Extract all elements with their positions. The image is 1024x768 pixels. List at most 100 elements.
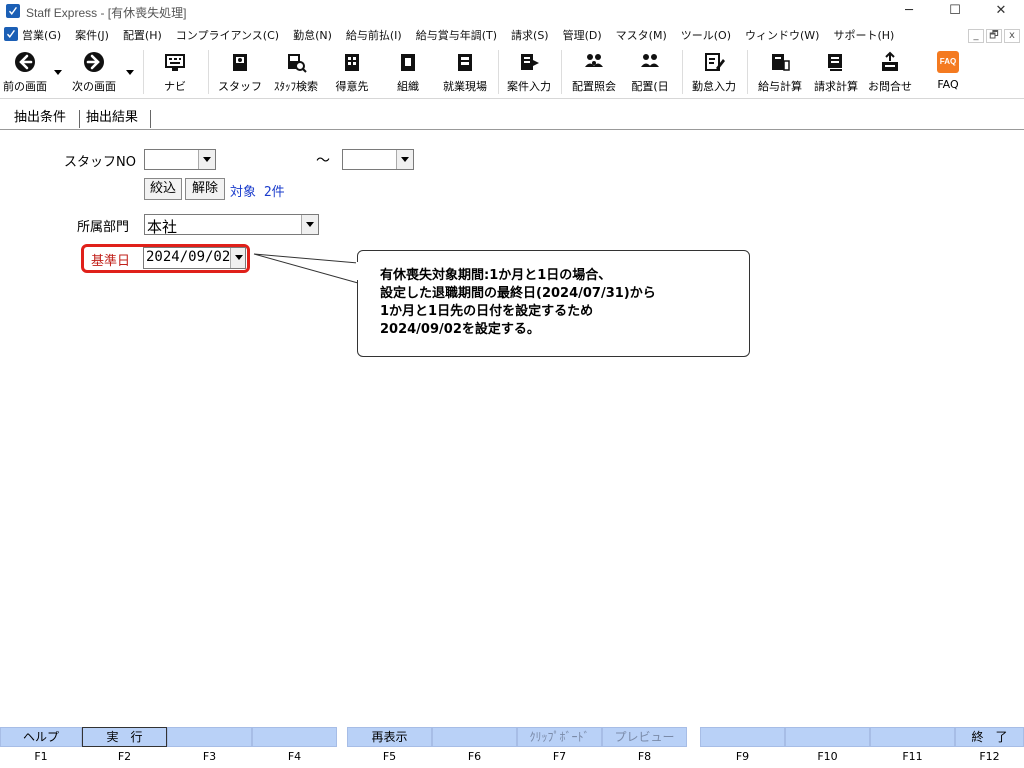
menu-window[interactable]: ウィンドウ(W) xyxy=(745,27,819,43)
menu-tools[interactable]: ツール(O) xyxy=(681,27,731,43)
minimize-button[interactable]: ─ xyxy=(886,0,932,22)
menu-placement[interactable]: 配置(H) xyxy=(123,27,162,43)
menu-support[interactable]: サポート(H) xyxy=(833,27,894,43)
dept-select[interactable]: 本社 xyxy=(144,214,319,236)
tab-conditions[interactable]: 抽出条件 xyxy=(10,108,70,128)
placement-ref-button[interactable]: 配置照会 xyxy=(566,48,622,96)
menu-case[interactable]: 案件(J) xyxy=(75,27,109,43)
f10-button[interactable] xyxy=(785,727,870,747)
menu-advance-pay[interactable]: 給与前払(I) xyxy=(346,27,402,43)
f1-help-button[interactable]: ヘルプ xyxy=(0,727,82,747)
forward-dropdown-icon[interactable] xyxy=(126,70,134,75)
staff-no-to-select[interactable] xyxy=(342,149,414,170)
navi-button[interactable]: ナビ xyxy=(155,48,195,96)
placement-day-button[interactable]: 配置(日 xyxy=(626,48,674,96)
billing-button[interactable]: 請求計算 xyxy=(808,48,864,96)
navi-label: ナビ xyxy=(164,80,186,93)
chevron-down-icon[interactable] xyxy=(198,150,215,169)
payroll-button[interactable]: 給与計算 xyxy=(752,48,808,96)
inquiry-label: お問合せ xyxy=(868,80,912,93)
org-label: 組織 xyxy=(397,80,419,93)
staff-label: スタッフ xyxy=(218,80,262,93)
dept-value: 本社 xyxy=(147,218,178,236)
toolbar-separator xyxy=(747,50,748,94)
keyboard-icon xyxy=(165,54,185,71)
toolbar-separator xyxy=(143,50,144,94)
forward-button[interactable]: 次の画面 xyxy=(66,48,122,96)
back-button[interactable]: 前の画面 xyxy=(0,48,50,96)
payroll-label: 給与計算 xyxy=(758,80,802,93)
menu-sales[interactable]: 営業(G) xyxy=(22,27,61,43)
menu-payroll[interactable]: 給与賞与年調(T) xyxy=(416,27,497,43)
tab-results[interactable]: 抽出結果 xyxy=(82,108,142,128)
people-icon xyxy=(585,54,603,67)
case-entry-button[interactable]: 案件入力 xyxy=(503,48,555,96)
base-date-picker[interactable]: 2024/09/02 xyxy=(143,247,246,269)
callout-join xyxy=(356,262,360,280)
worksite-button[interactable]: 就業現場 xyxy=(438,48,492,96)
app-icon xyxy=(6,4,20,18)
f11-button[interactable] xyxy=(870,727,955,747)
clear-button[interactable]: 解除 xyxy=(185,178,225,200)
f9-button[interactable] xyxy=(700,727,785,747)
tab-divider xyxy=(79,110,80,128)
filter-button[interactable]: 絞込 xyxy=(144,178,182,200)
staff-search-label: ｽﾀｯﾌ検索 xyxy=(274,80,318,93)
menu-items: 営業(G) 案件(J) 配置(H) コンプライアンス(C) 勤怠(N) 給与前払… xyxy=(22,27,908,43)
client-icon xyxy=(345,54,359,71)
back-dropdown-icon[interactable] xyxy=(54,70,62,75)
toolbar-separator xyxy=(498,50,499,94)
client-label: 得意先 xyxy=(335,80,369,93)
menu-compliance[interactable]: コンプライアンス(C) xyxy=(176,27,279,43)
billing-icon xyxy=(828,54,842,71)
f6-button[interactable] xyxy=(432,727,517,747)
target-count: 対象 2件 xyxy=(230,185,285,200)
faq-icon: FAQ xyxy=(937,51,959,73)
f4-button[interactable] xyxy=(252,727,337,747)
f5-refresh-button[interactable]: 再表示 xyxy=(347,727,432,747)
forward-label: 次の画面 xyxy=(72,80,116,93)
attendance-button[interactable]: 勤怠入力 xyxy=(687,48,741,96)
edit-icon xyxy=(705,53,725,71)
mdi-minimize-button[interactable]: _ xyxy=(968,29,984,43)
range-tilde: ～ xyxy=(316,153,330,169)
dept-label: 所属部門 xyxy=(77,220,130,235)
f12-exit-button[interactable]: 終 了 xyxy=(955,727,1024,747)
f7-clipboard-button[interactable]: ｸﾘｯﾌﾟﾎﾞｰﾄﾞ xyxy=(517,727,602,747)
staff-no-from-select[interactable] xyxy=(144,149,216,170)
f10-key-label: F10 xyxy=(817,750,838,763)
payroll-icon xyxy=(772,54,790,71)
mdi-restore-button[interactable]: 🗗 xyxy=(986,29,1002,43)
menu-master[interactable]: マスタ(M) xyxy=(616,27,667,43)
placement-day-label: 配置(日 xyxy=(631,80,669,93)
menu-admin[interactable]: 管理(D) xyxy=(563,27,602,43)
client-button[interactable]: 得意先 xyxy=(330,48,374,96)
menu-attendance[interactable]: 勤怠(N) xyxy=(293,27,332,43)
f12-key-label: F12 xyxy=(979,750,1000,763)
inquiry-icon xyxy=(882,51,898,71)
f3-button[interactable] xyxy=(167,727,252,747)
callout-pointer xyxy=(253,253,359,284)
case-entry-icon xyxy=(521,54,539,70)
mdi-close-button[interactable]: x xyxy=(1004,29,1020,43)
f8-key-label: F8 xyxy=(637,750,652,763)
chevron-down-icon[interactable] xyxy=(230,248,245,268)
inquiry-button[interactable]: お問合せ xyxy=(864,48,916,96)
staff-icon xyxy=(233,54,247,71)
close-button[interactable]: ✕ xyxy=(978,0,1024,22)
tab-underline xyxy=(0,129,1024,130)
faq-button[interactable]: FAQ FAQ xyxy=(930,48,966,96)
staff-button[interactable]: スタッフ xyxy=(218,48,262,96)
f2-execute-button[interactable]: 実 行 xyxy=(82,727,167,747)
org-button[interactable]: 組織 xyxy=(386,48,430,96)
chevron-down-icon[interactable] xyxy=(301,215,318,234)
document-icon[interactable] xyxy=(4,27,18,41)
maximize-button[interactable]: ☐ xyxy=(932,0,978,22)
menu-billing[interactable]: 請求(S) xyxy=(511,27,549,43)
callout-text: 有休喪失対象期間:1か月と1日の場合、 設定した退職期間の最終日(2024/07… xyxy=(380,268,656,337)
chevron-down-icon[interactable] xyxy=(396,150,413,169)
f8-preview-button[interactable]: プレビュー xyxy=(602,727,687,747)
back-label: 前の画面 xyxy=(3,80,47,93)
staff-search-button[interactable]: ｽﾀｯﾌ検索 xyxy=(268,48,324,96)
faq-label: FAQ xyxy=(937,78,959,91)
